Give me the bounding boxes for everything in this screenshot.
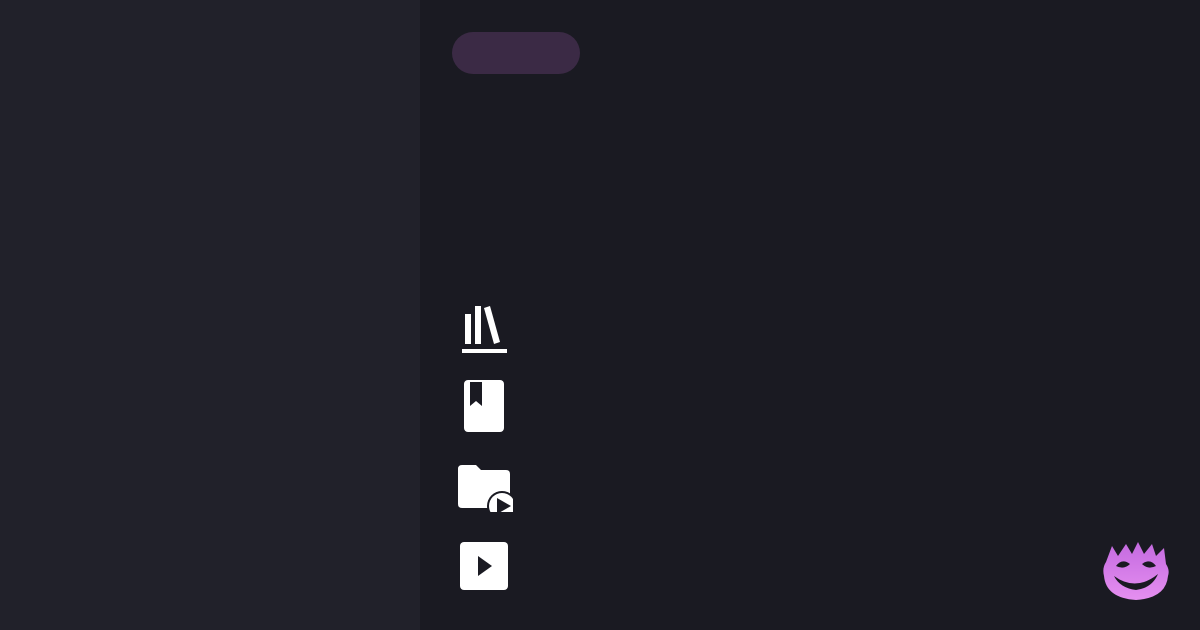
nav-item-play[interactable] [450,534,518,598]
nav-item-bookmarks[interactable] [450,374,518,438]
main-area [420,0,1200,630]
brand-logo[interactable] [1102,540,1170,602]
media-folder-icon [458,465,513,512]
bookmark-book-icon [464,380,504,432]
nav-item-library[interactable] [450,296,518,360]
library-icon [462,306,507,353]
app-window [0,0,1200,630]
play-icon [460,542,508,590]
left-panel [0,0,420,630]
top-pill-button[interactable] [452,32,580,74]
nav-item-media-folder[interactable] [450,454,518,518]
purple-grinning-mascot-icon [1103,542,1169,600]
